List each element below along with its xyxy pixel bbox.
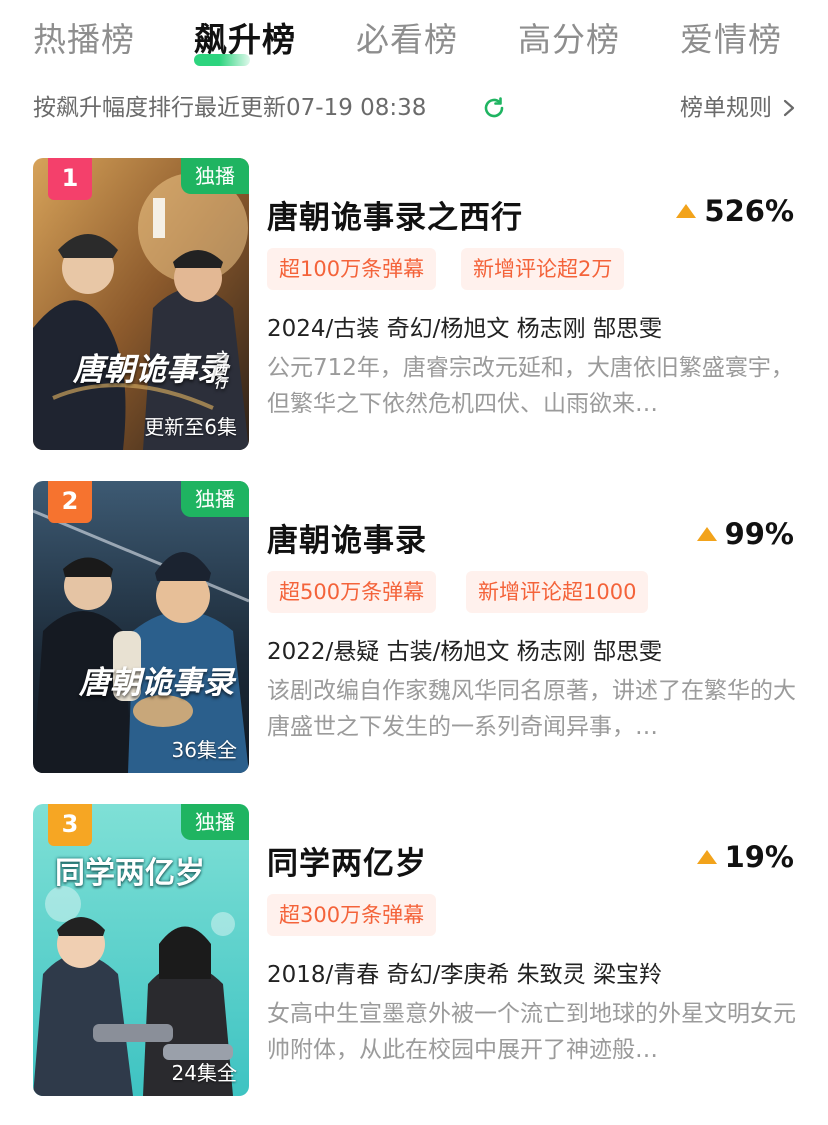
tag-danmaku: 超500万条弹幕: [267, 571, 437, 613]
rank-badge: 2: [48, 481, 92, 523]
trend-up-icon: [696, 527, 717, 541]
show-title[interactable]: 唐朝诡事录之西行: [267, 192, 523, 237]
poster-image[interactable]: 唐朝诡事录 之西行 1 独播 更新至6集: [33, 158, 249, 450]
list-item[interactable]: 唐朝诡事录 2 独播 36集全 唐朝诡事录 99% 超500万条弹幕 新增评论超…: [0, 481, 828, 777]
chevron-right-icon[interactable]: [782, 99, 796, 117]
tab-must-watch[interactable]: 必看榜: [356, 18, 458, 62]
show-description: 该剧改编自作家魏风华同名原著，讲述了在繁华的大唐盛世之下发生的一系列奇闻异事，…: [267, 678, 796, 740]
tag-comments: 新增评论超2万: [461, 248, 625, 290]
ranking-tabs: 热播榜 飙升榜 必看榜 高分榜 爱情榜: [0, 0, 828, 78]
update-info: 按飙升幅度排行最近更新07-19 08:38: [33, 95, 427, 121]
exclusive-badge: 独播: [181, 481, 249, 517]
poster-title: 同学两亿岁: [55, 856, 205, 891]
active-tab-indicator: [194, 54, 250, 66]
rank-badge: 1: [48, 158, 92, 200]
tab-high-score[interactable]: 高分榜: [518, 18, 620, 62]
show-meta: 2022/悬疑 古装/杨旭文 杨志刚 郜思雯: [267, 639, 662, 665]
poster-title: 唐朝诡事录: [79, 665, 234, 701]
show-description: 公元712年，唐睿宗改元延和，大唐依旧繁盛寰宇，但繁华之下依然危机四伏、山雨欲来…: [267, 355, 794, 417]
refresh-icon[interactable]: [482, 96, 506, 120]
trend-percent: 526%: [704, 194, 794, 228]
show-title[interactable]: 唐朝诡事录: [267, 515, 427, 560]
trend-value: 526%: [676, 194, 794, 228]
trend-value: 19%: [696, 840, 794, 874]
rules-link[interactable]: 榜单规则: [680, 88, 790, 128]
trend-up-icon: [696, 850, 717, 864]
tab-romance[interactable]: 爱情榜: [680, 18, 782, 62]
episode-status: 36集全: [171, 738, 237, 762]
poster-artwork: [33, 158, 249, 450]
trend-percent: 19%: [724, 840, 794, 874]
rules-label: 榜单规则: [680, 95, 772, 121]
list-item[interactable]: 唐朝诡事录 之西行 1 独播 更新至6集 唐朝诡事录之西行 526% 超100万…: [0, 158, 828, 454]
exclusive-badge: 独播: [181, 158, 249, 194]
list-item[interactable]: 同学两亿岁 3 独播 24集全 同学两亿岁 19% 超300万条弹幕 2018/…: [0, 804, 828, 1100]
poster-image[interactable]: 同学两亿岁 3 独播 24集全: [33, 804, 249, 1096]
poster-artwork: [33, 481, 249, 773]
rank-badge: 3: [48, 804, 92, 846]
poster-image[interactable]: 唐朝诡事录 2 独播 36集全: [33, 481, 249, 773]
show-title[interactable]: 同学两亿岁: [267, 838, 427, 883]
poster-title: 唐朝诡事录: [73, 352, 228, 388]
ranking-subheader: 按飙升幅度排行最近更新07-19 08:38 榜单规则: [0, 88, 828, 128]
poster-subtitle: 之西行: [211, 350, 226, 389]
tag-danmaku: 超100万条弹幕: [267, 248, 437, 290]
show-description: 女高中生宣墨意外被一个流亡到地球的外星文明女元帅附体，从此在校园中展开了神迹般…: [267, 1001, 796, 1063]
tag-danmaku: 超300万条弹幕: [267, 894, 437, 936]
trend-value: 99%: [696, 517, 794, 551]
episode-status: 24集全: [171, 1061, 237, 1085]
episode-status: 更新至6集: [144, 415, 237, 439]
exclusive-badge: 独播: [181, 804, 249, 840]
trend-up-icon: [676, 204, 697, 218]
tab-hot[interactable]: 热播榜: [33, 18, 135, 62]
show-meta: 2018/青春 奇幻/李庚希 朱致灵 梁宝羚: [267, 962, 662, 988]
tag-comments: 新增评论超1000: [466, 571, 649, 613]
trend-percent: 99%: [724, 517, 794, 551]
show-meta: 2024/古装 奇幻/杨旭文 杨志刚 郜思雯: [267, 316, 662, 342]
